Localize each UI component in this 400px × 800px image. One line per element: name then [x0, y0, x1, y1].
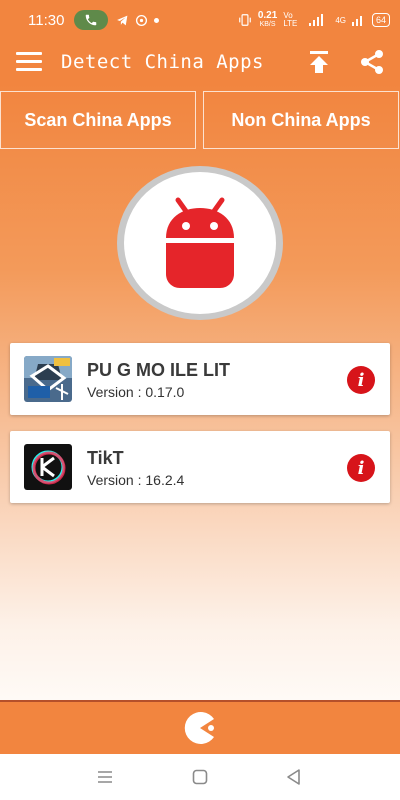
non-china-apps-button[interactable]: Non China Apps: [203, 91, 399, 149]
back-icon[interactable]: [285, 768, 303, 786]
scan-button[interactable]: [124, 172, 276, 314]
status-time: 11:30: [28, 11, 65, 29]
info-icon[interactable]: i: [347, 366, 375, 394]
status-right: 0.21 KB/S Vo LTE 4G 64: [238, 11, 390, 29]
app-version: Version : 0.17.0: [87, 384, 185, 400]
bottom-bar: [0, 702, 400, 754]
upload-icon[interactable]: [306, 48, 332, 76]
scan-china-apps-button[interactable]: Scan China Apps: [0, 91, 196, 149]
pubg-mobile-lite-icon: [24, 356, 72, 402]
net-speed: 0.21 KB/S: [258, 11, 277, 29]
battery-icon: 64: [371, 13, 390, 27]
app-version: Version : 16.2.4: [87, 472, 185, 488]
page-title: Detect China Apps: [61, 51, 264, 73]
active-call-icon: [74, 10, 109, 30]
whatsapp-icon: [136, 14, 148, 26]
dot-icon: [154, 17, 160, 23]
info-icon[interactable]: i: [347, 454, 375, 482]
net-speed-value: 0.21: [257, 10, 278, 21]
menu-icon[interactable]: [16, 52, 42, 72]
net-speed-unit: KB/S: [259, 21, 276, 28]
list-item[interactable]: PU G MO ILE LIT Version : 0.17.0 i: [10, 343, 390, 415]
telegram-icon: [117, 15, 128, 25]
home-icon[interactable]: [191, 768, 209, 786]
signal-icon: [309, 14, 324, 26]
app-name: TikT: [87, 448, 124, 468]
app-name: PU G MO ILE LIT: [87, 360, 230, 380]
list-item[interactable]: TikT Version : 16.2.4 i: [10, 431, 390, 503]
system-nav-bar: [0, 754, 400, 800]
network-type: 4G: [335, 15, 346, 25]
pacman-icon[interactable]: [182, 710, 218, 746]
volte-label: Vo LTE: [283, 11, 298, 28]
notification-icons: [116, 14, 160, 27]
android-icon: [166, 197, 234, 288]
share-icon[interactable]: [358, 48, 386, 76]
status-bar: 11:30 0.21 KB/S Vo LTE 4G 64: [0, 0, 400, 40]
tiktok-icon: [24, 444, 72, 490]
signal-icon-2: [351, 16, 362, 26]
vibrate-icon: [239, 14, 251, 26]
app-bar: Detect China Apps: [0, 40, 400, 84]
recents-menu-icon[interactable]: [96, 768, 114, 786]
